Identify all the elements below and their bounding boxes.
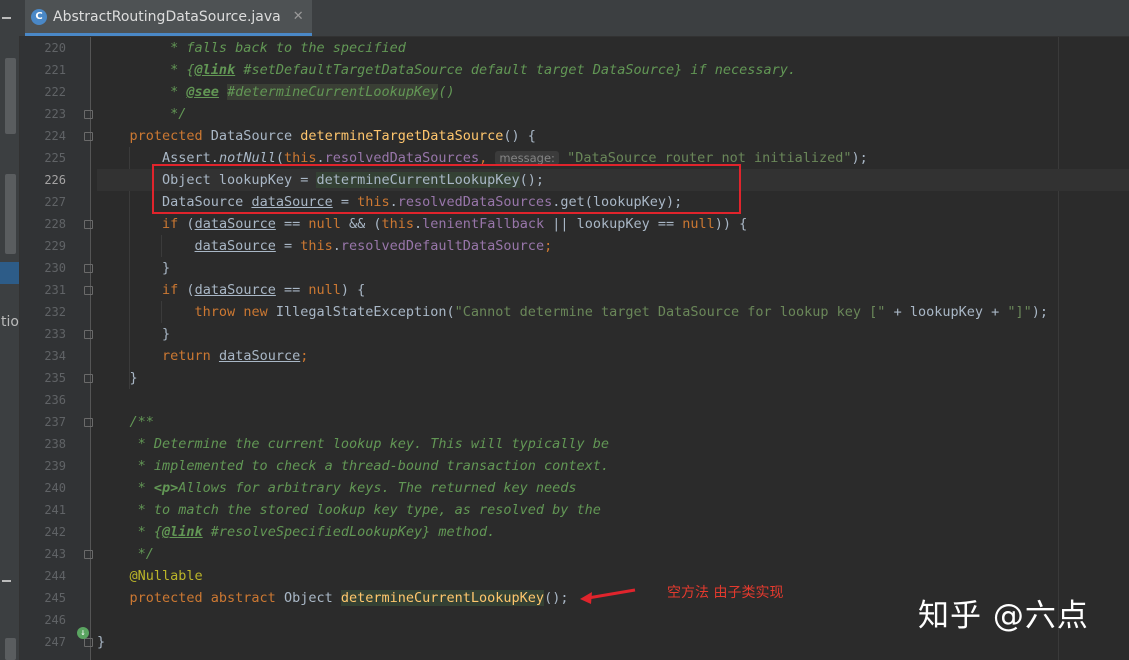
line-number-gutter[interactable]: 220 221 222 223 224 225 226 227 228 229 … bbox=[20, 37, 93, 660]
selected-project-row[interactable] bbox=[0, 262, 19, 284]
code-line-240: * <p>Allows for arbitrary keys. The retu… bbox=[129, 480, 577, 496]
red-arrow-icon bbox=[580, 588, 636, 604]
collapse-icon-2[interactable] bbox=[2, 580, 11, 582]
line-number: 242 bbox=[44, 525, 66, 539]
line-number: 238 bbox=[44, 437, 66, 451]
line-number: 224 bbox=[44, 129, 66, 143]
line-number: 236 bbox=[44, 393, 66, 407]
annotation-note: 空方法 由子类实现 bbox=[667, 585, 784, 601]
fold-marker-icon[interactable] bbox=[84, 132, 93, 141]
watermark: 知乎 @六点 bbox=[918, 598, 1089, 634]
code-line-228: if (dataSource == null && (this.lenientF… bbox=[162, 216, 748, 232]
line-number: 221 bbox=[44, 63, 66, 77]
code-line-222: * @see #determineCurrentLookupKey() bbox=[162, 84, 455, 100]
code-line-247: } bbox=[97, 634, 106, 650]
line-number: 228 bbox=[44, 217, 66, 231]
left-tool-strip: tio bbox=[0, 0, 20, 660]
code-line-237: /** bbox=[129, 414, 154, 430]
code-line-245: protected abstract Object determineCurre… bbox=[129, 590, 569, 606]
line-number: 230 bbox=[44, 261, 66, 275]
line-number: 243 bbox=[44, 547, 66, 561]
line-number: 234 bbox=[44, 349, 66, 363]
code-line-242: * {@link #resolveSpecifiedLookupKey} met… bbox=[129, 524, 496, 540]
code-line-234: return dataSource; bbox=[162, 348, 309, 364]
fold-marker-icon[interactable] bbox=[84, 550, 93, 559]
code-line-244: @Nullable bbox=[129, 568, 203, 584]
line-number: 239 bbox=[44, 459, 66, 473]
panel-scrollbar-thumb-2[interactable] bbox=[5, 174, 16, 254]
line-number-current: 226 bbox=[44, 173, 66, 187]
code-line-230: } bbox=[162, 260, 171, 276]
code-line-243: */ bbox=[129, 546, 154, 562]
editor-tab-bar: C AbstractRoutingDataSource.java ✕ bbox=[19, 0, 1129, 37]
code-line-239: * implemented to check a thread-bound tr… bbox=[129, 458, 610, 474]
fold-marker-icon[interactable] bbox=[84, 220, 93, 229]
code-line-235: } bbox=[129, 370, 138, 386]
code-editor[interactable]: * falls back to the specified * {@link #… bbox=[97, 37, 1129, 660]
red-highlight-box bbox=[152, 164, 741, 214]
parameter-hint: message: bbox=[495, 151, 559, 165]
line-number: 227 bbox=[44, 195, 66, 209]
code-line-238: * Determine the current lookup key. This… bbox=[129, 436, 610, 452]
collapse-icon[interactable] bbox=[2, 17, 11, 19]
fold-marker-icon[interactable] bbox=[84, 330, 93, 339]
code-line-220: * falls back to the specified bbox=[162, 40, 406, 56]
fold-marker-icon[interactable] bbox=[84, 638, 93, 647]
code-line-231: if (dataSource == null) { bbox=[162, 282, 366, 298]
fold-marker-icon[interactable] bbox=[84, 110, 93, 119]
fold-marker-icon[interactable] bbox=[84, 286, 93, 295]
code-line-233: } bbox=[162, 326, 171, 342]
fold-marker-icon[interactable] bbox=[84, 374, 93, 383]
line-number: 222 bbox=[44, 85, 66, 99]
code-line-223: */ bbox=[162, 106, 187, 122]
fold-marker-icon[interactable] bbox=[84, 264, 93, 273]
code-line-221: * {@link #setDefaultTargetDataSource def… bbox=[162, 62, 796, 78]
code-line-232: throw new IllegalStateException("Cannot … bbox=[194, 304, 1049, 320]
clipped-panel-text: tio bbox=[1, 314, 19, 330]
line-number: 245 bbox=[44, 591, 66, 605]
line-number: 233 bbox=[44, 327, 66, 341]
line-number: 223 bbox=[44, 107, 66, 121]
line-number: 231 bbox=[44, 283, 66, 297]
code-line-229: dataSource = this.resolvedDefaultDataSou… bbox=[194, 238, 553, 254]
code-line-241: * to match the stored lookup key type, a… bbox=[129, 502, 601, 518]
line-number: 240 bbox=[44, 481, 66, 495]
editor-tab[interactable]: C AbstractRoutingDataSource.java ✕ bbox=[25, 0, 312, 36]
line-number: 220 bbox=[44, 41, 66, 55]
fold-marker-icon[interactable] bbox=[84, 418, 93, 427]
panel-scrollbar-thumb-3[interactable] bbox=[5, 638, 16, 660]
implemented-method-icon[interactable]: ↓ bbox=[77, 627, 89, 639]
code-line-224: protected DataSource determineTargetData… bbox=[129, 128, 536, 144]
line-number: 244 bbox=[44, 569, 66, 583]
tab-file-name: AbstractRoutingDataSource.java bbox=[53, 8, 281, 25]
java-class-icon: C bbox=[31, 8, 47, 25]
line-number: 241 bbox=[44, 503, 66, 517]
line-number: 225 bbox=[44, 151, 66, 165]
line-number: 232 bbox=[44, 305, 66, 319]
line-number: 229 bbox=[44, 239, 66, 253]
line-number: 237 bbox=[44, 415, 66, 429]
panel-scrollbar-thumb[interactable] bbox=[5, 58, 16, 134]
close-tab-icon[interactable]: ✕ bbox=[293, 9, 304, 24]
line-number: 235 bbox=[44, 371, 66, 385]
line-number: 247 bbox=[44, 635, 66, 649]
line-number: 246 bbox=[44, 613, 66, 627]
